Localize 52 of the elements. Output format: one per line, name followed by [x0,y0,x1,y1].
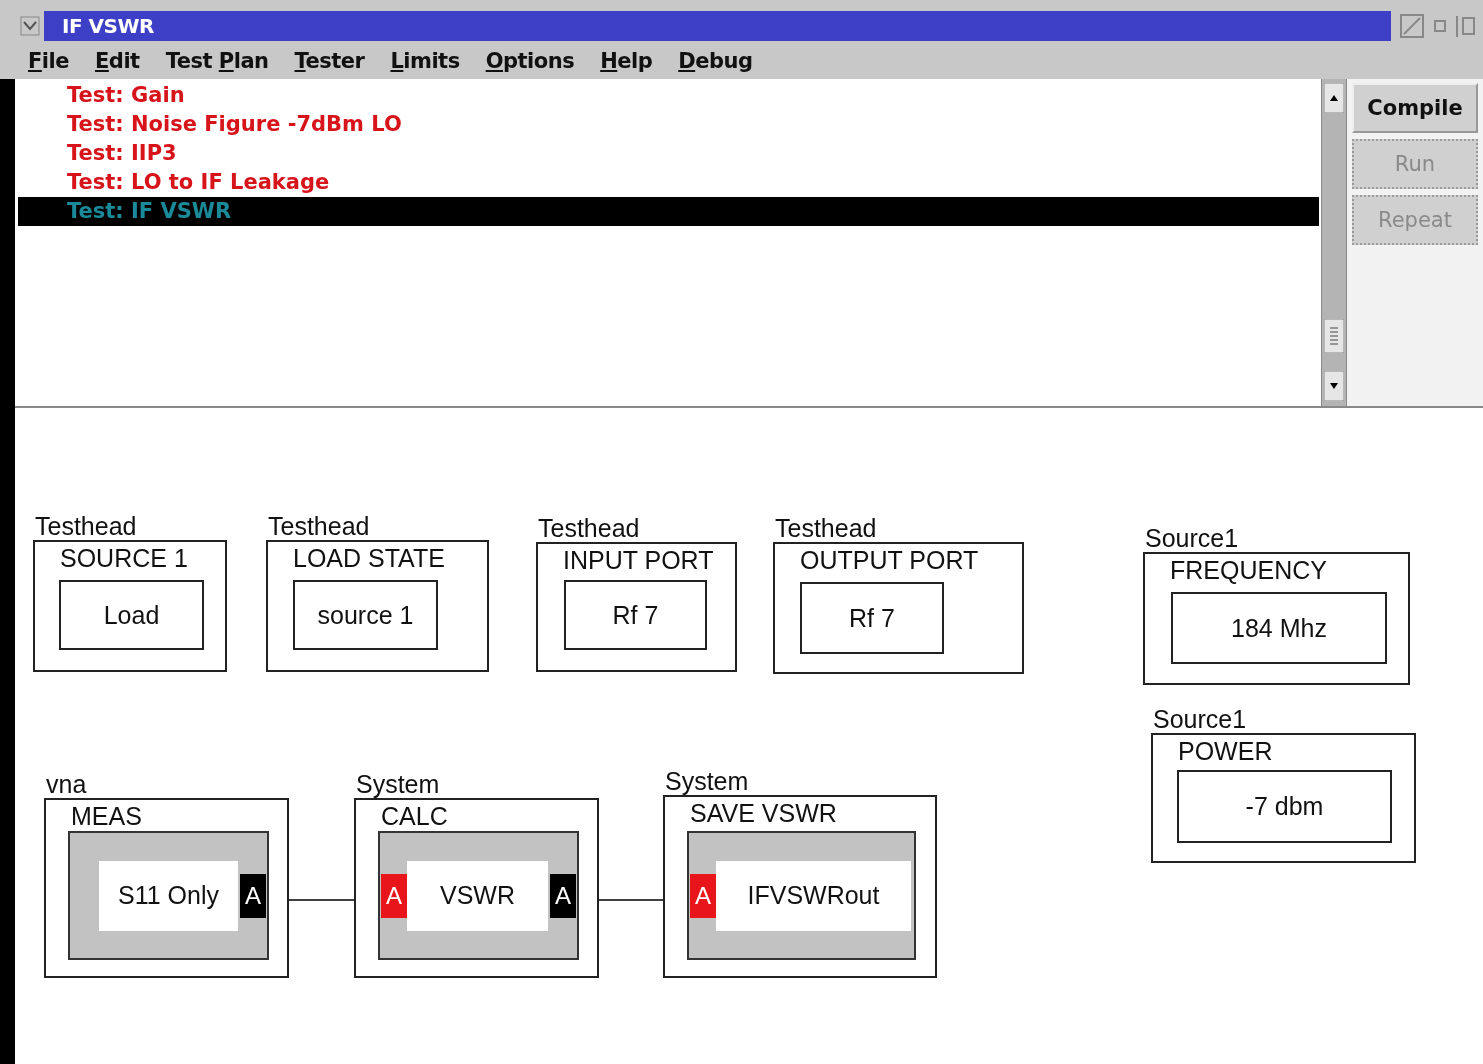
window-menu-icon[interactable] [20,16,40,36]
block-title: SOURCE 1 [60,544,188,572]
block-group-label: System [665,767,750,795]
resize-icon[interactable] [1399,13,1425,39]
block-group-label: System [356,770,441,798]
block-title: CALC [381,802,448,830]
block-title: MEAS [71,802,142,830]
value-field[interactable]: -7 dbm [1177,770,1392,843]
action-button[interactable]: Compile [1352,83,1478,133]
menu-item[interactable]: File [28,49,69,73]
port-marker[interactable]: A [240,873,266,918]
value-field[interactable]: source 1 [293,580,438,650]
window-title: IF VSWR [62,14,154,38]
block-title: LOAD STATE [293,544,445,572]
port-marker[interactable]: A [381,873,407,918]
test-item[interactable]: Test: LO to IF Leakage [18,168,1319,197]
scroll-up-icon[interactable] [1324,83,1344,113]
block-group-label: Testhead [775,514,878,542]
port-marker[interactable]: A [690,873,716,918]
block-title: OUTPUT PORT [800,546,979,574]
value-field[interactable]: Rf 7 [800,582,944,654]
block-title: INPUT PORT [563,546,714,574]
menu-item[interactable]: Limits [390,49,460,73]
process-value: S11 Only [99,860,238,931]
block-group-label: Source1 [1145,524,1240,552]
block-group-label: Testhead [538,514,641,542]
test-item[interactable]: Test: IF VSWR [18,197,1319,226]
value-field[interactable]: Load [59,580,204,650]
menu-item[interactable]: Test Plan [165,49,269,73]
menu-item[interactable]: Help [600,49,653,73]
test-item[interactable]: Test: Noise Figure -7dBm LO [18,110,1319,139]
menu-item[interactable]: Tester [294,49,365,73]
value-field[interactable]: Rf 7 [564,580,707,650]
block-group-label: Testhead [268,512,371,540]
scroll-down-icon[interactable] [1324,371,1344,401]
test-item[interactable]: Test: Gain [18,81,1319,110]
block-group-label: vna [46,770,88,798]
process-value: IFVSWRout [716,860,911,931]
test-item[interactable]: Test: IIP3 [18,139,1319,168]
block-title: FREQUENCY [1170,556,1327,584]
menu-item[interactable]: Options [485,49,575,73]
block-group-label: Testhead [35,512,138,540]
menu-item[interactable]: Edit [95,49,140,73]
menu-item[interactable]: Debug [678,49,753,73]
maximize-icon[interactable] [1455,13,1477,39]
port-marker[interactable]: A [550,873,576,918]
block-title: SAVE VSWR [690,799,837,827]
value-field[interactable]: 184 Mhz [1171,592,1387,664]
block-group-label: Source1 [1153,705,1248,733]
block-title: POWER [1178,737,1273,765]
scroll-thumb-icon[interactable] [1324,319,1344,353]
process-value: VSWR [407,860,548,931]
